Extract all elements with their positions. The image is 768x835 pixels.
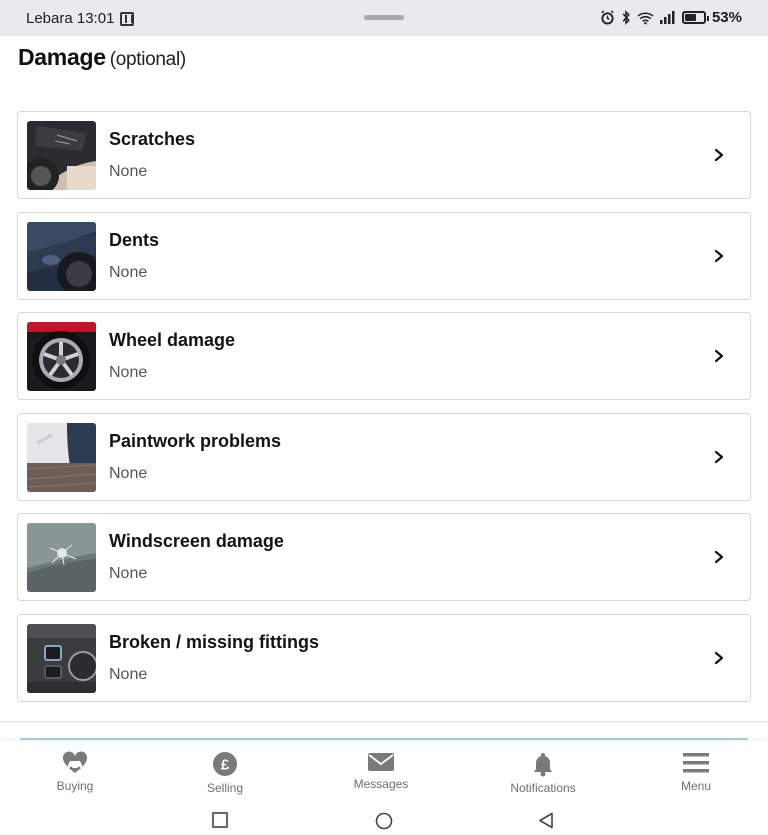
damage-item-value: None: [109, 263, 148, 281]
damage-item-value: None: [109, 163, 148, 180]
nav-menu[interactable]: Menu: [641, 751, 751, 793]
chevron-right-icon: [714, 550, 724, 564]
damage-item-title: Wheel damage: [109, 330, 236, 350]
bell-icon: [534, 753, 552, 777]
damage-item-dents[interactable]: Dents None: [17, 211, 751, 300]
nav-buying-label: Buying: [56, 779, 94, 793]
battery-percent: 53%: [711, 9, 742, 26]
nav-notifications[interactable]: Notifications: [488, 751, 598, 795]
wifi-icon: [637, 11, 654, 24]
chevron-right-icon: [714, 349, 724, 363]
alarm-icon: [601, 10, 614, 25]
status-left: Lebara 13:01: [26, 10, 135, 27]
back-triangle-icon[interactable]: [538, 812, 554, 829]
hamburger-menu-icon: [683, 753, 709, 773]
nav-notifications-label: Notifications: [510, 781, 576, 795]
paintwork-thumbnail: [27, 422, 96, 492]
fittings-thumbnail: [27, 623, 96, 693]
nav-messages-label: Messages: [353, 777, 409, 791]
nfc-icon: [120, 11, 135, 26]
damage-item-title: Scratches: [109, 129, 196, 149]
damage-item-title: Dents: [109, 229, 160, 250]
battery-fill: [684, 14, 696, 21]
nav-selling[interactable]: £ Selling: [170, 751, 280, 795]
damage-item-scratches[interactable]: Scratches None: [17, 111, 751, 199]
accent-line: [20, 738, 748, 740]
scratches-thumbnail: [27, 121, 96, 190]
system-nav-bar: [0, 801, 768, 835]
page-title-text: Damage: [18, 44, 106, 70]
damage-item-value: None: [109, 464, 148, 482]
content-divider: [0, 721, 768, 723]
signal-icon: [659, 11, 675, 24]
dents-thumbnail: [27, 221, 96, 291]
bottom-nav: Buying £ Selling Messages Notifications …: [0, 741, 768, 801]
chevron-right-icon: [714, 651, 724, 664]
damage-item-paintwork-problems[interactable]: Paintwork problems None: [17, 412, 751, 501]
carrier-time: Lebara 13:01: [26, 10, 115, 27]
svg-text:£: £: [221, 757, 230, 774]
page-title: Damage (optional): [18, 44, 186, 71]
damage-item-value: None: [109, 665, 148, 683]
recents-square-icon[interactable]: [212, 812, 228, 828]
windscreen-thumbnail: [27, 523, 96, 592]
heart-car-icon: [62, 751, 88, 773]
damage-item-title: Windscreen damage: [109, 531, 284, 551]
page-title-optional: (optional): [109, 49, 187, 70]
damage-item-wheel-damage[interactable]: Wheel damage None: [17, 312, 751, 400]
damage-item-value: None: [109, 364, 148, 381]
chevron-right-icon: [714, 148, 724, 162]
nav-messages[interactable]: Messages: [326, 751, 436, 791]
status-right: 53%: [600, 9, 742, 26]
damage-item-broken-missing-fittings[interactable]: Broken / missing fittings None: [17, 613, 751, 702]
nav-buying[interactable]: Buying: [20, 751, 130, 793]
battery-icon: [681, 11, 709, 24]
damage-list: Scratches None Dents None Wheel damage N…: [17, 111, 751, 714]
chevron-right-icon: [714, 450, 724, 463]
status-bar: Lebara 13:01 53%: [0, 0, 768, 36]
damage-item-title: Broken / missing fittings: [109, 631, 320, 652]
damage-item-title: Paintwork problems: [109, 430, 282, 451]
pound-coin-icon: £: [213, 752, 237, 776]
bluetooth-icon: [622, 10, 630, 25]
damage-item-value: None: [109, 565, 148, 582]
envelope-icon: [368, 753, 394, 771]
drag-handle[interactable]: [364, 15, 404, 20]
nav-menu-label: Menu: [680, 779, 712, 793]
home-circle-icon[interactable]: [375, 812, 393, 830]
wheel-damage-thumbnail: [27, 322, 96, 391]
nav-selling-label: Selling: [206, 781, 244, 795]
damage-item-windscreen-damage[interactable]: Windscreen damage None: [17, 513, 751, 601]
chevron-right-icon: [714, 249, 724, 262]
